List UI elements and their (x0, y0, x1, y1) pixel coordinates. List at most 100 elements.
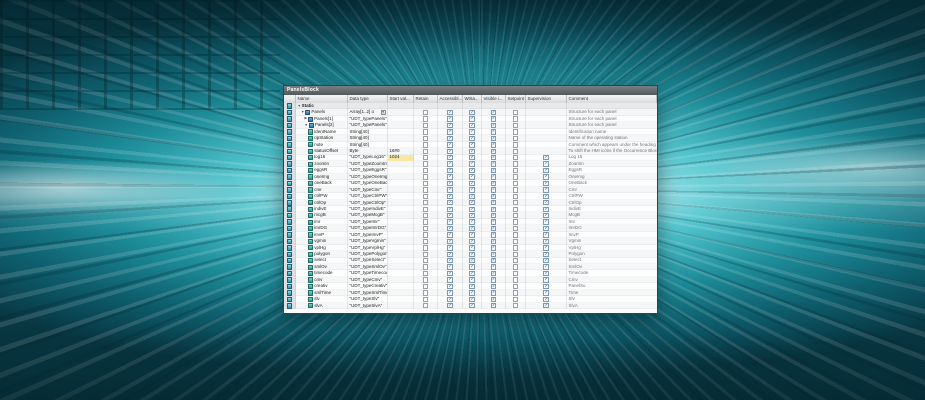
expander-open-icon[interactable]: ▼ (305, 123, 308, 127)
checkbox-unchecked[interactable] (422, 135, 429, 142)
checkbox-checked-icon[interactable]: ✓ (490, 264, 497, 270)
checkbox-unchecked[interactable] (422, 251, 429, 257)
checkbox-unchecked[interactable] (512, 270, 519, 277)
checkbox-checked-icon[interactable]: ✓ (543, 238, 549, 245)
checkbox-checked-icon[interactable]: ✓ (469, 225, 475, 232)
checkbox-checked-icon[interactable]: ✓ (490, 238, 497, 245)
datatype-cell[interactable]: "UDT_typeSlvA" (348, 302, 388, 309)
checkbox-unchecked[interactable] (512, 180, 519, 187)
checkbox-checked-icon[interactable]: ✓ (490, 232, 497, 238)
name-cell[interactable]: slvA (296, 302, 348, 309)
checkbox-checked-icon[interactable]: ✓ (469, 245, 475, 251)
checkbox-checked-icon[interactable]: ✓ (543, 258, 549, 264)
checkbox-unchecked[interactable] (422, 212, 429, 219)
checkbox-checked-icon[interactable]: ✓ (469, 129, 475, 135)
checkbox-checked-icon[interactable]: ✓ (543, 167, 549, 174)
checkbox-checked-icon[interactable]: ✓ (469, 290, 475, 296)
checkbox-unchecked[interactable] (422, 232, 429, 238)
checkbox-checked-icon[interactable]: ✓ (490, 200, 497, 206)
checkbox-unchecked[interactable] (512, 225, 519, 232)
window-title-bar[interactable]: PanelsBlock (284, 86, 657, 95)
checkbox-unchecked[interactable] (422, 245, 429, 251)
checkbox-unchecked[interactable] (512, 161, 519, 167)
checkbox-checked-icon[interactable]: ✓ (543, 161, 549, 167)
writable-cell[interactable]: ✓ (463, 302, 482, 309)
checkbox-unchecked[interactable] (422, 155, 429, 161)
column-header[interactable]: Accessibl... (438, 95, 463, 103)
accessible-cell[interactable]: ✓ (438, 302, 463, 309)
checkbox-checked-icon[interactable]: ✓ (543, 200, 549, 206)
checkbox-unchecked[interactable] (422, 193, 429, 200)
checkbox-unchecked[interactable] (512, 303, 519, 309)
checkbox-checked-icon[interactable]: ✓ (447, 251, 453, 257)
retain-cell[interactable] (414, 302, 438, 309)
supervision-cell[interactable]: ✓ (526, 302, 567, 309)
checkbox-checked-icon[interactable]: ✓ (469, 212, 475, 219)
checkbox-checked-icon[interactable]: ✓ (469, 122, 475, 129)
checkbox-unchecked[interactable] (422, 296, 429, 303)
checkbox-unchecked[interactable] (422, 187, 429, 193)
checkbox-unchecked[interactable] (422, 264, 429, 270)
checkbox-checked-icon[interactable]: ✓ (490, 148, 497, 154)
comment-cell[interactable]: SlvA (567, 303, 657, 309)
checkbox-checked-icon[interactable]: ✓ (447, 193, 453, 200)
column-header[interactable]: Writa... (463, 95, 482, 103)
checkbox-checked-icon[interactable]: ✓ (447, 129, 453, 135)
checkbox-checked-icon[interactable]: ✓ (490, 167, 497, 174)
checkbox-unchecked[interactable] (512, 277, 519, 283)
checkbox-unchecked[interactable] (512, 148, 519, 154)
checkbox-checked-icon[interactable]: ✓ (543, 283, 549, 290)
checkbox-checked-icon[interactable]: ✓ (447, 142, 453, 148)
checkbox-unchecked[interactable] (422, 238, 429, 245)
column-header[interactable]: Name (296, 95, 348, 103)
checkbox-checked-icon[interactable]: ✓ (447, 290, 453, 296)
checkbox-unchecked[interactable] (512, 283, 519, 290)
checkbox-checked-icon[interactable]: ✓ (469, 187, 475, 193)
checkbox-checked-icon[interactable]: ✓ (490, 155, 497, 161)
checkbox-checked-icon[interactable]: ✓ (447, 161, 453, 167)
checkbox-checked-icon[interactable]: ✓ (447, 283, 453, 290)
checkbox-checked-icon[interactable]: ✓ (490, 258, 497, 264)
checkbox-checked-icon[interactable]: ✓ (469, 116, 475, 122)
checkbox-checked-icon[interactable]: ✓ (447, 187, 453, 193)
checkbox-checked-icon[interactable]: ✓ (543, 155, 549, 161)
checkbox-unchecked[interactable] (512, 232, 519, 238)
checkbox-checked-icon[interactable]: ✓ (447, 258, 453, 264)
checkbox-checked-icon[interactable]: ✓ (543, 187, 549, 193)
column-header[interactable]: Data type (348, 95, 388, 103)
checkbox-checked-icon[interactable]: ✓ (469, 251, 475, 257)
checkbox-checked-icon[interactable]: ✓ (469, 232, 475, 238)
checkbox-unchecked[interactable] (512, 122, 519, 129)
checkbox-checked-icon[interactable]: ✓ (447, 277, 453, 283)
checkbox-unchecked[interactable] (422, 161, 429, 167)
checkbox-unchecked[interactable] (512, 200, 519, 206)
checkbox-unchecked[interactable] (422, 129, 429, 135)
checkbox-checked-icon[interactable]: ✓ (543, 277, 549, 283)
checkbox-checked-icon[interactable]: ✓ (447, 200, 453, 206)
checkbox-unchecked[interactable] (422, 277, 429, 283)
checkbox-checked-icon[interactable]: ✓ (447, 245, 453, 251)
checkbox-checked-icon[interactable]: ✓ (543, 303, 549, 309)
checkbox-checked-icon[interactable]: ✓ (469, 219, 475, 225)
checkbox-checked-icon[interactable]: ✓ (490, 109, 497, 116)
checkbox-checked-icon[interactable]: ✓ (469, 238, 475, 245)
checkbox-checked-icon[interactable]: ✓ (543, 180, 549, 187)
checkbox-checked-icon[interactable]: ✓ (543, 232, 549, 238)
setpoint-cell[interactable] (506, 302, 526, 309)
checkbox-unchecked[interactable] (422, 206, 429, 212)
checkbox-unchecked[interactable] (422, 225, 429, 232)
checkbox-checked-icon[interactable]: ✓ (490, 303, 497, 309)
checkbox-unchecked[interactable] (512, 245, 519, 251)
checkbox-unchecked[interactable] (422, 174, 429, 180)
checkbox-checked-icon[interactable]: ✓ (469, 155, 475, 161)
checkbox-checked-icon[interactable]: ✓ (490, 116, 497, 122)
expander-open-icon[interactable]: ▼ (298, 104, 301, 108)
checkbox-unchecked[interactable] (512, 193, 519, 200)
checkbox-checked-icon[interactable]: ✓ (447, 212, 453, 219)
checkbox-unchecked[interactable] (422, 116, 429, 122)
checkbox-checked-icon[interactable]: ✓ (469, 270, 475, 277)
checkbox-unchecked[interactable] (512, 251, 519, 257)
checkbox-checked-icon[interactable]: ✓ (469, 180, 475, 187)
checkbox-checked-icon[interactable]: ✓ (543, 212, 549, 219)
checkbox-unchecked[interactable] (422, 109, 429, 116)
